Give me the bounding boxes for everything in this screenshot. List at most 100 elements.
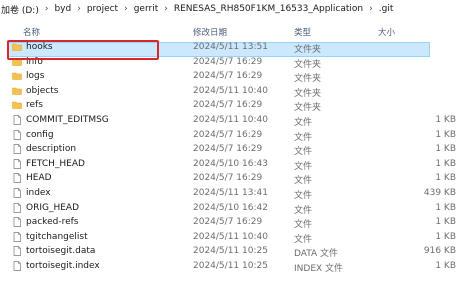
file-row[interactable]: HEAD 2024/5/7 16:29 文件 1 KB (0, 172, 464, 187)
file-type: 文件 (294, 147, 313, 158)
chevron-right-icon[interactable]: › (40, 4, 54, 14)
file-name: info (26, 56, 43, 67)
file-row[interactable]: packed-refs 2024/5/7 16:29 文件 1 KB (0, 216, 464, 231)
file-name: COMMIT_EDITMSG (26, 114, 109, 125)
file-row[interactable]: config 2024/5/7 16:29 文件 1 KB (0, 129, 464, 144)
file-row[interactable]: logs 2024/5/7 16:29 文件夹 (0, 70, 464, 85)
file-row[interactable]: ORIG_HEAD 2024/5/10 16:42 文件 1 KB (0, 202, 464, 217)
file-icon (12, 231, 22, 242)
file-row[interactable]: description 2024/5/7 16:29 文件 1 KB (0, 143, 464, 158)
folder-icon (12, 86, 22, 96)
column-header-name[interactable]: 名称 (23, 26, 40, 38)
file-size: 1 KB (435, 260, 456, 271)
file-size: 439 KB (423, 187, 456, 198)
column-header-size[interactable]: 大小 (378, 26, 395, 38)
file-row[interactable]: tgitchangelist 2024/5/11 10:40 文件 1 KB (0, 231, 464, 246)
folder-icon (12, 42, 22, 52)
file-name: index (26, 187, 51, 198)
breadcrumb-item-drive[interactable]: 加卷 (D:) (0, 3, 40, 16)
file-size: 1 KB (435, 114, 456, 125)
file-date: 2024/5/7 16:29 (193, 129, 263, 140)
file-row[interactable]: info 2024/5/7 16:29 文件夹 (0, 56, 464, 71)
breadcrumb-item-gerrit[interactable]: gerrit (133, 4, 160, 14)
file-row[interactable]: FETCH_HEAD 2024/5/10 16:43 文件 1 KB (0, 158, 464, 173)
file-name: hooks (26, 42, 53, 52)
file-date: 2024/5/11 10:25 (193, 246, 268, 257)
chevron-right-icon[interactable]: › (72, 4, 86, 14)
file-icon (12, 129, 22, 140)
file-icon (12, 144, 22, 155)
file-name: description (26, 144, 77, 155)
file-name: config (26, 129, 54, 140)
file-name: refs (26, 100, 43, 111)
file-row[interactable]: COMMIT_EDITMSG 2024/5/11 10:40 文件 1 KB (0, 114, 464, 129)
file-type: 文件 (294, 117, 313, 128)
file-date: 2024/5/7 16:29 (193, 71, 263, 82)
file-icon (12, 158, 22, 169)
file-row[interactable]: refs 2024/5/7 16:29 文件夹 (0, 99, 464, 114)
file-list: hooks 2024/5/11 13:51 文件夹 info 2024/5/7 16:2… (0, 41, 464, 275)
file-name: HEAD (26, 173, 52, 184)
file-icon (12, 188, 22, 198)
file-type: INDEX 文件 (294, 263, 344, 274)
file-type: 文件 (294, 161, 313, 172)
file-date: 2024/5/7 16:29 (193, 173, 263, 184)
file-icon (12, 217, 22, 227)
file-name: tortoisegit.index (26, 260, 100, 271)
file-date: 2024/5/10 16:43 (193, 158, 268, 169)
file-name: FETCH_HEAD (26, 158, 85, 169)
file-type: 文件夹 (294, 74, 322, 85)
file-size: 1 KB (435, 144, 456, 155)
file-date: 2024/5/7 16:29 (193, 100, 263, 111)
file-date: 2024/5/7 16:29 (193, 144, 263, 155)
file-size: 1 KB (435, 129, 456, 140)
file-row[interactable]: hooks 2024/5/11 13:51 文件夹 (0, 41, 464, 56)
breadcrumb-item-repo[interactable]: RENESAS_RH850F1KM_16533_Application (173, 4, 364, 14)
file-size: 1 KB (435, 158, 456, 169)
file-date: 2024/5/11 10:25 (193, 260, 268, 271)
breadcrumb-item-git[interactable]: .git (378, 4, 395, 14)
file-row[interactable]: tortoisegit.index 2024/5/11 10:25 INDEX 文件… (0, 260, 464, 275)
file-date: 2024/5/7 16:29 (193, 56, 263, 67)
chevron-right-icon[interactable]: › (119, 4, 133, 14)
file-name: tgitchangelist (26, 231, 88, 242)
file-type: DATA 文件 (294, 249, 339, 260)
file-icon (12, 202, 22, 213)
file-icon (12, 246, 22, 257)
folder-icon (12, 57, 22, 67)
file-type: 文件夹 (294, 88, 322, 99)
file-date: 2024/5/11 10:40 (193, 114, 268, 125)
file-date: 2024/5/11 10:40 (193, 85, 268, 96)
folder-icon (12, 71, 22, 81)
file-row[interactable]: index 2024/5/11 13:41 文件 439 KB (0, 187, 464, 202)
folder-icon (12, 100, 22, 110)
chevron-right-icon[interactable]: › (159, 4, 173, 14)
file-size: 1 KB (435, 231, 456, 242)
file-size: 1 KB (435, 217, 456, 228)
chevron-right-icon[interactable]: › (364, 4, 378, 14)
file-type: 文件 (294, 234, 313, 245)
file-name: ORIG_HEAD (26, 202, 80, 213)
breadcrumb-item-byd[interactable]: byd (53, 4, 72, 14)
file-icon (12, 261, 22, 271)
breadcrumb-item-project[interactable]: project (86, 4, 119, 14)
column-header-type[interactable]: 类型 (294, 26, 311, 38)
file-date: 2024/5/11 13:51 (193, 42, 268, 52)
file-date: 2024/5/10 16:42 (193, 202, 268, 213)
file-row[interactable]: tortoisegit.data 2024/5/11 10:25 DATA 文件 91… (0, 245, 464, 260)
column-header-row: 名称 修改日期 类型 大小 (0, 23, 464, 40)
file-size: 1 KB (435, 173, 456, 184)
file-name: objects (26, 85, 59, 96)
file-type: 文件 (294, 132, 313, 143)
file-type: 文件 (294, 220, 313, 231)
file-icon (12, 173, 22, 184)
file-type: 文件 (294, 205, 313, 216)
column-header-date[interactable]: 修改日期 (193, 26, 227, 38)
file-name: logs (26, 71, 45, 82)
file-name: tortoisegit.data (26, 246, 96, 257)
file-row[interactable]: objects 2024/5/11 10:40 文件夹 (0, 85, 464, 100)
file-name: packed-refs (26, 217, 79, 228)
file-type: 文件 (294, 190, 313, 201)
file-type: 文件 (294, 176, 313, 187)
file-type: 文件夹 (294, 59, 322, 70)
